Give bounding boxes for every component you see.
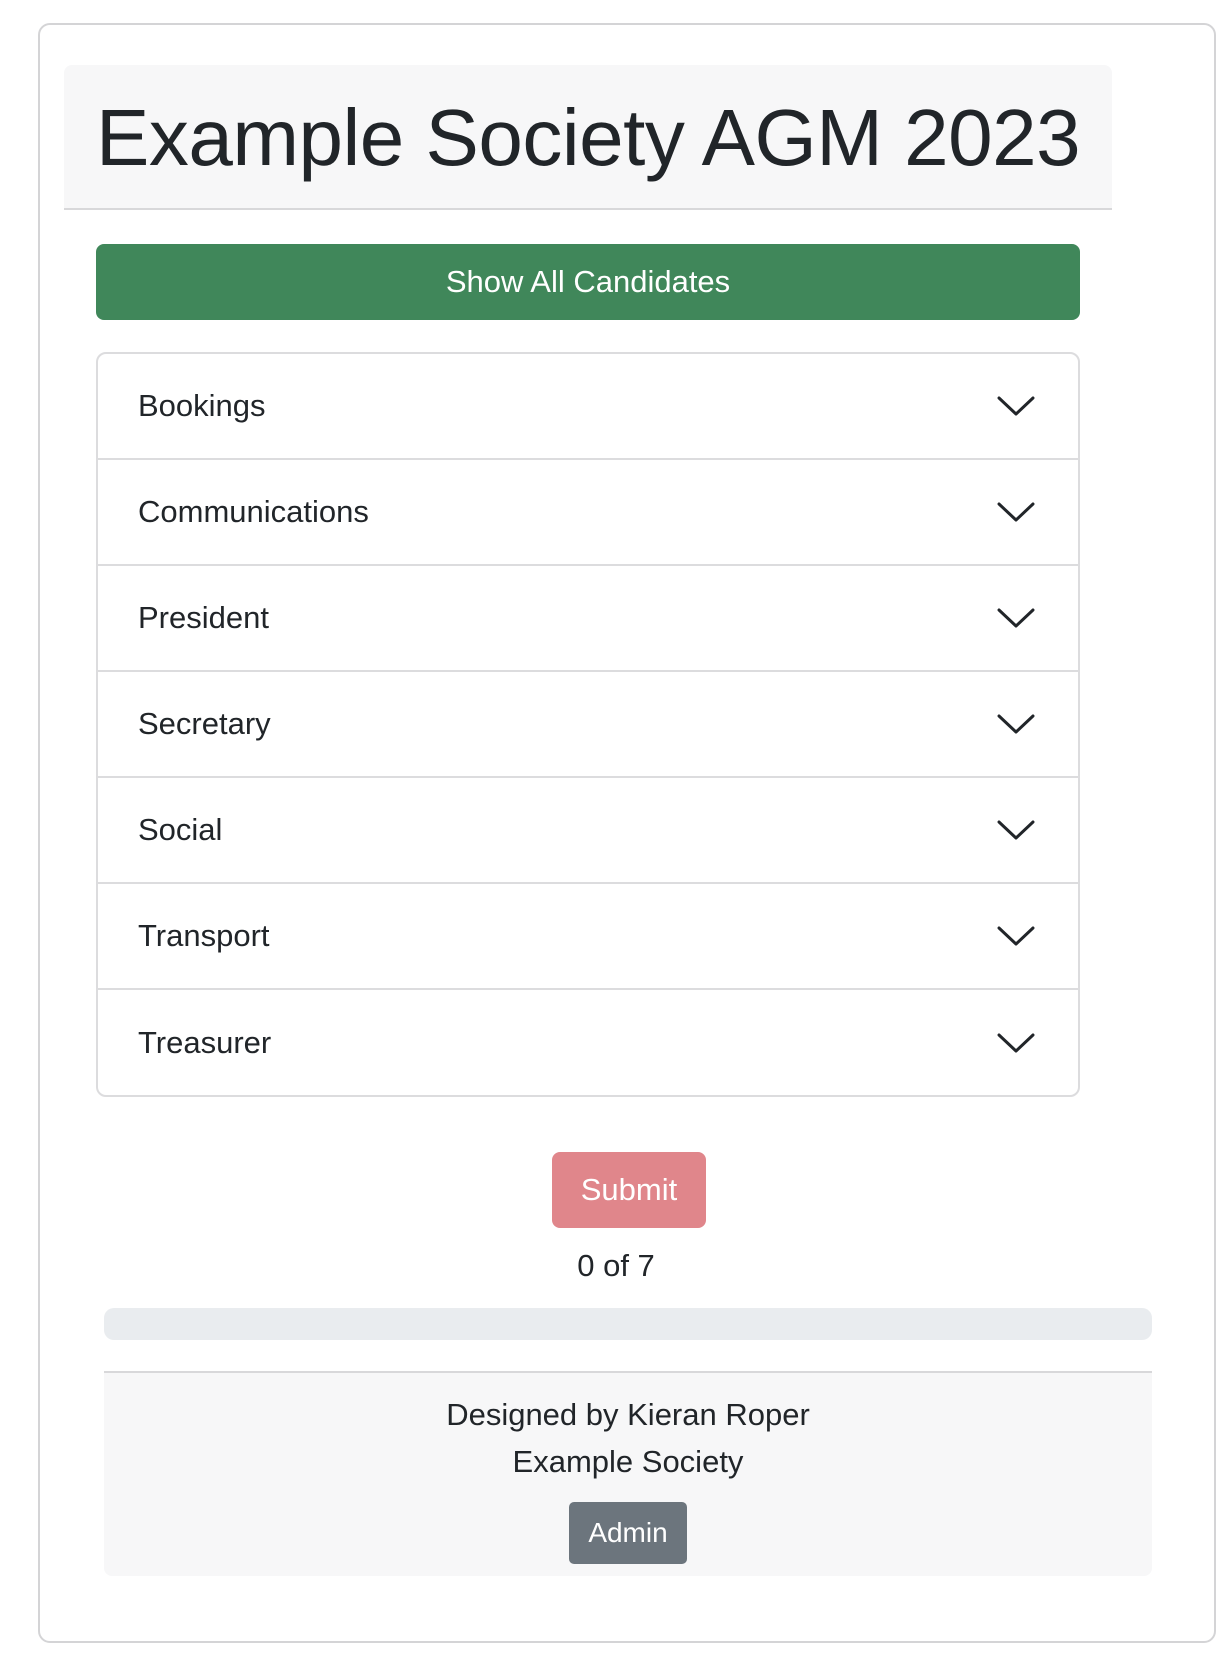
designer-credit: Designed by Kieran Roper xyxy=(446,1397,810,1432)
progress-count: 0 of 7 xyxy=(577,1248,655,1283)
accordion-item-communications[interactable]: Communications xyxy=(98,460,1078,566)
progress-bar xyxy=(104,1308,1152,1340)
chevron-down-icon xyxy=(997,820,1035,840)
page-title: Example Society AGM 2023 xyxy=(96,93,1081,182)
admin-button[interactable]: Admin xyxy=(569,1502,687,1564)
accordion-item-president[interactable]: President xyxy=(98,566,1078,672)
submit-button[interactable]: Submit xyxy=(552,1152,706,1228)
page-footer: Designed by Kieran Roper Example Society… xyxy=(104,1371,1152,1576)
chevron-down-icon xyxy=(997,714,1035,734)
chevron-down-icon xyxy=(997,1033,1035,1053)
accordion-item-label: Transport xyxy=(138,918,270,953)
accordion-item-label: Treasurer xyxy=(138,1025,272,1060)
accordion-item-bookings[interactable]: Bookings xyxy=(98,354,1078,460)
chevron-down-icon xyxy=(997,926,1035,946)
accordion-item-label: Social xyxy=(138,812,223,847)
accordion-item-label: Secretary xyxy=(138,706,271,741)
chevron-down-icon xyxy=(997,502,1035,522)
accordion-item-secretary[interactable]: Secretary xyxy=(98,672,1078,778)
page-header: Example Society AGM 2023 xyxy=(64,65,1112,210)
show-all-candidates-button[interactable]: Show All Candidates xyxy=(96,244,1080,320)
positions-accordion: Bookings Communications President Secret… xyxy=(96,352,1080,1097)
organization-name: Example Society xyxy=(512,1444,744,1479)
accordion-item-label: Communications xyxy=(138,494,369,529)
accordion-item-transport[interactable]: Transport xyxy=(98,884,1078,990)
accordion-item-label: President xyxy=(138,600,269,635)
chevron-down-icon xyxy=(997,608,1035,628)
accordion-item-label: Bookings xyxy=(138,388,266,423)
accordion-item-social[interactable]: Social xyxy=(98,778,1078,884)
chevron-down-icon xyxy=(997,396,1035,416)
accordion-item-treasurer[interactable]: Treasurer xyxy=(98,990,1078,1095)
